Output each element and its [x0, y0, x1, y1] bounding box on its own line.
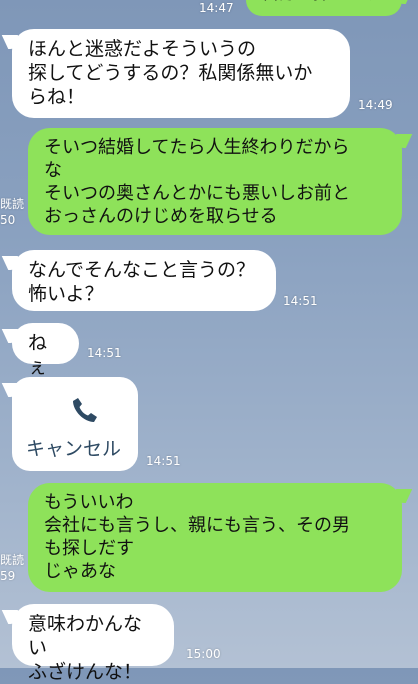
message-time: 15:00	[186, 647, 221, 661]
message-bubble-received[interactable]: ねぇ	[12, 323, 79, 378]
message-bubble-sent[interactable]: そいつ結婚してたら人生終わりだから な そいつの奥さんとかにも悪いしお前と おっ…	[28, 128, 402, 235]
message-time: 50	[0, 213, 16, 227]
message-bubble-received[interactable]: なんでそんなこと言うの？ 怖いよ？	[12, 250, 276, 311]
message-time: 59	[0, 569, 16, 583]
message-bubble-sent[interactable]: もういいわ 会社にも言うし、親にも言う、その男 も探しだす じゃあな	[28, 483, 402, 592]
read-receipt: 既読 50	[0, 196, 24, 228]
message-time: 14:51	[146, 454, 181, 468]
message-time: 14:47	[199, 1, 234, 15]
call-message-card[interactable]: キャンセル	[12, 377, 138, 471]
message-time: 14:51	[283, 294, 318, 308]
message-time: 14:51	[87, 346, 122, 360]
message-time: 14:49	[358, 98, 393, 112]
call-status-label: キャンセル	[26, 438, 122, 460]
chat-thread[interactable]: 自分で探します 14:47 ほんと迷惑だよそういうの 探してどうするの？私関係無…	[0, 0, 418, 683]
phone-icon	[73, 398, 97, 422]
read-label: 既読	[0, 197, 25, 211]
message-bubble-sent[interactable]: 自分で探します	[246, 0, 402, 16]
message-bubble-received[interactable]: 意味わかんない ふざけんな！	[12, 604, 174, 683]
message-bubble-received[interactable]: ほんと迷惑だよそういうの 探してどうするの？私関係無いか らね！	[12, 29, 350, 118]
read-receipt: 既読 59	[0, 552, 24, 584]
read-label: 既読	[0, 553, 25, 567]
